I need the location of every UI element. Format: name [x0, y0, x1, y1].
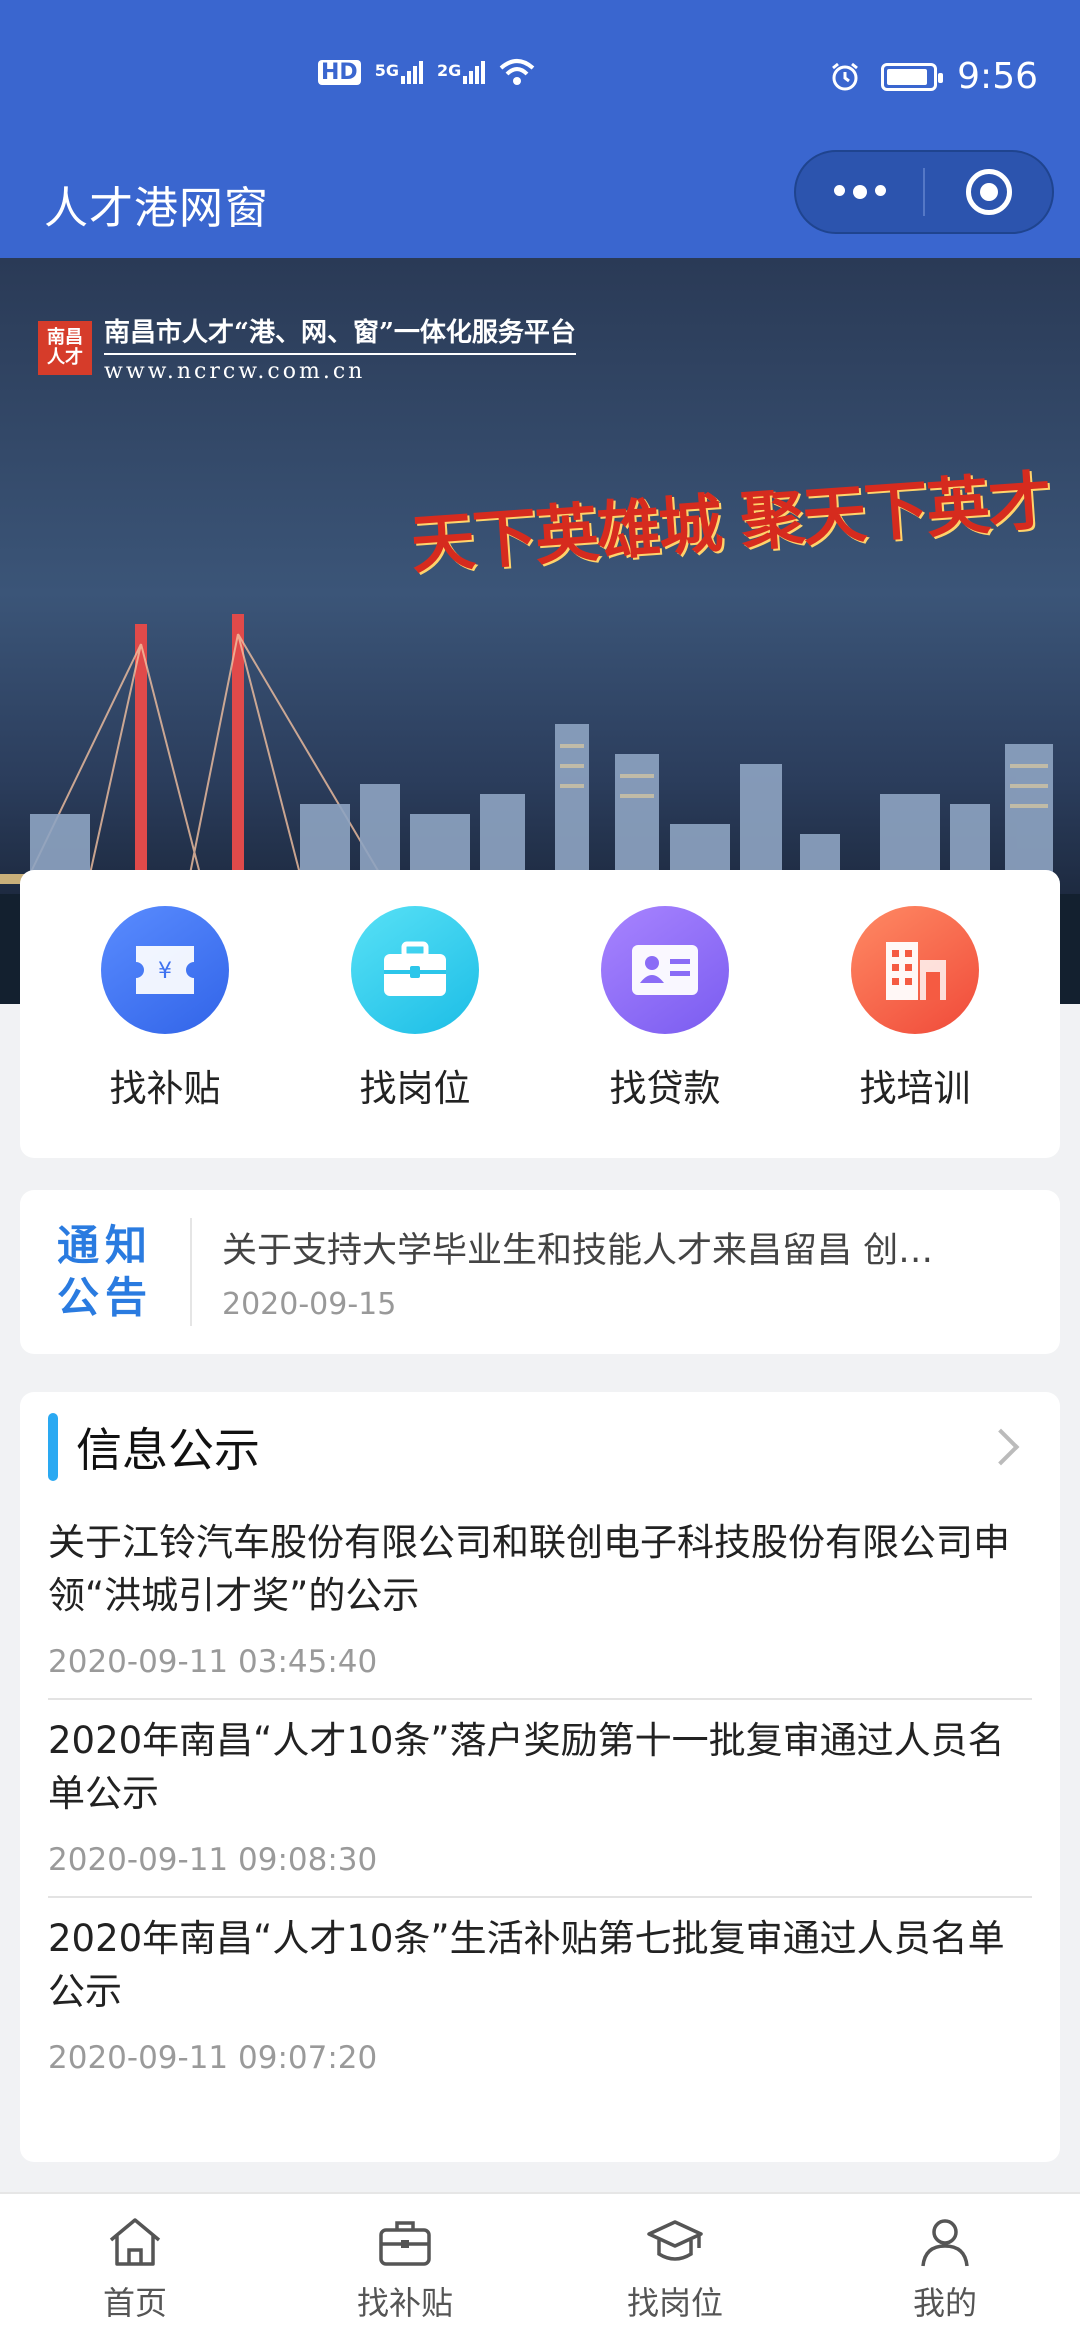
section-title: 信息公示 — [76, 1423, 260, 1477]
platform-name: 南昌市人才“港、网、窗”一体化服务平台 — [104, 312, 576, 355]
user-icon — [921, 2219, 969, 2267]
id-card-icon — [601, 906, 729, 1034]
graduation-cap-icon — [647, 2220, 703, 2261]
target-circle-icon — [965, 169, 1012, 215]
quick-actions-card: ¥ 找补贴 找岗位 找贷款 找培训 — [20, 870, 1060, 1158]
tab-subsidy[interactable]: 找补贴 — [270, 2194, 540, 2340]
signal-2g-icon: 2G — [436, 60, 486, 84]
svg-text:¥: ¥ — [158, 959, 172, 984]
banner-slogan: 天下英雄城 聚天下英才 — [408, 463, 1053, 584]
platform-url: www.ncrcw.com.cn — [104, 359, 366, 384]
quick-action-label: 找岗位 — [359, 1067, 471, 1110]
tab-jobs[interactable]: 找岗位 — [540, 2194, 810, 2340]
news-time: 2020-09-11 09:07:20 — [48, 2040, 378, 2076]
notice-date: 2020-09-15 — [222, 1287, 397, 1322]
5g-label: 5G — [374, 60, 399, 80]
quick-action-training[interactable]: 找培训 — [805, 906, 1025, 1158]
notice-tag: 通知 公告 — [20, 1218, 192, 1326]
hd-label: HD — [318, 59, 361, 85]
tab-label: 首页 — [102, 2284, 167, 2322]
2g-label: 2G — [436, 60, 462, 80]
alarm-icon — [832, 62, 859, 90]
subsidy-ticket-icon: ¥ — [101, 906, 229, 1034]
quick-action-loans[interactable]: 找贷款 — [555, 906, 775, 1158]
news-time: 2020-09-11 09:08:30 — [48, 1842, 378, 1878]
briefcase-icon — [351, 906, 479, 1034]
tab-label: 找岗位 — [626, 2284, 723, 2322]
status-right: 9:56 — [829, 56, 1038, 97]
news-time: 2020-09-11 03:45:40 — [48, 1644, 378, 1680]
wifi-icon — [499, 59, 535, 85]
battery-icon — [881, 62, 944, 91]
mini-program-capsule — [794, 150, 1054, 234]
tab-label: 我的 — [912, 2284, 977, 2322]
more-dots-icon — [833, 185, 886, 199]
news-item[interactable]: 关于江铃汽车股份有限公司和联创电子科技股份有限公司申领“洪城引才奖”的公示 20… — [48, 1502, 1032, 1700]
briefcase-icon — [379, 2221, 431, 2266]
section-accent-bar — [48, 1413, 58, 1481]
notice-card[interactable]: 通知 公告 关于支持大学毕业生和技能人才来昌留昌 创… 2020-09-15 — [20, 1190, 1060, 1354]
home-icon — [109, 2218, 161, 2266]
tab-mine[interactable]: 我的 — [810, 2194, 1080, 2340]
more-button[interactable] — [796, 152, 923, 232]
nanchang-talent-seal: 南昌人才 — [38, 321, 92, 375]
building-icon — [851, 906, 979, 1034]
chevron-right-icon[interactable] — [982, 1428, 1020, 1466]
notice-tag-line1: 通知 — [56, 1221, 153, 1270]
notice-title[interactable]: 关于支持大学毕业生和技能人才来昌留昌 创… — [222, 1222, 1052, 1273]
signal-5g-icon: 5G — [374, 60, 423, 84]
status-bar: HD 5G 2G 9:56 — [0, 0, 1080, 150]
clock: 9:56 — [957, 56, 1038, 97]
page-title: 人才港网窗 — [44, 183, 269, 234]
tab-label: 找补贴 — [356, 2284, 453, 2322]
quick-action-label: 找贷款 — [609, 1067, 721, 1110]
quick-action-label: 找培训 — [859, 1067, 971, 1110]
news-item[interactable]: 2020年南昌“人才10条”生活补贴第七批复审通过人员名单公示 2020-09-… — [48, 1898, 1032, 2094]
notice-tag-line2: 公告 — [56, 1273, 153, 1322]
info-section: 信息公示 关于江铃汽车股份有限公司和联创电子科技股份有限公司申领“洪城引才奖”的… — [20, 1392, 1060, 2162]
info-section-header[interactable]: 信息公示 — [48, 1392, 1032, 1502]
banner-logo: 南昌人才 南昌市人才“港、网、窗”一体化服务平台 www.ncrcw.com.c… — [38, 312, 576, 384]
quick-action-subsidy[interactable]: ¥ 找补贴 — [55, 906, 275, 1158]
news-item[interactable]: 2020年南昌“人才10条”落户奖励第十一批复审通过人员名单公示 2020-09… — [48, 1700, 1032, 1898]
bottom-tab-bar: 首页 找补贴 找岗位 我的 — [0, 2192, 1080, 2340]
quick-action-label: 找补贴 — [109, 1067, 221, 1110]
nav-bar: 人才港网窗 — [0, 150, 1080, 258]
news-title: 2020年南昌“人才10条”生活补贴第七批复审通过人员名单公示 — [48, 1917, 1005, 2013]
news-title: 关于江铃汽车股份有限公司和联创电子科技股份有限公司申领“洪城引才奖”的公示 — [48, 1521, 1010, 1617]
network-indicators: HD 5G 2G — [318, 58, 535, 86]
close-mini-program-button[interactable] — [925, 152, 1052, 232]
tab-home[interactable]: 首页 — [0, 2194, 270, 2340]
quick-action-jobs[interactable]: 找岗位 — [305, 906, 525, 1158]
news-title: 2020年南昌“人才10条”落户奖励第十一批复审通过人员名单公示 — [48, 1719, 1005, 1815]
